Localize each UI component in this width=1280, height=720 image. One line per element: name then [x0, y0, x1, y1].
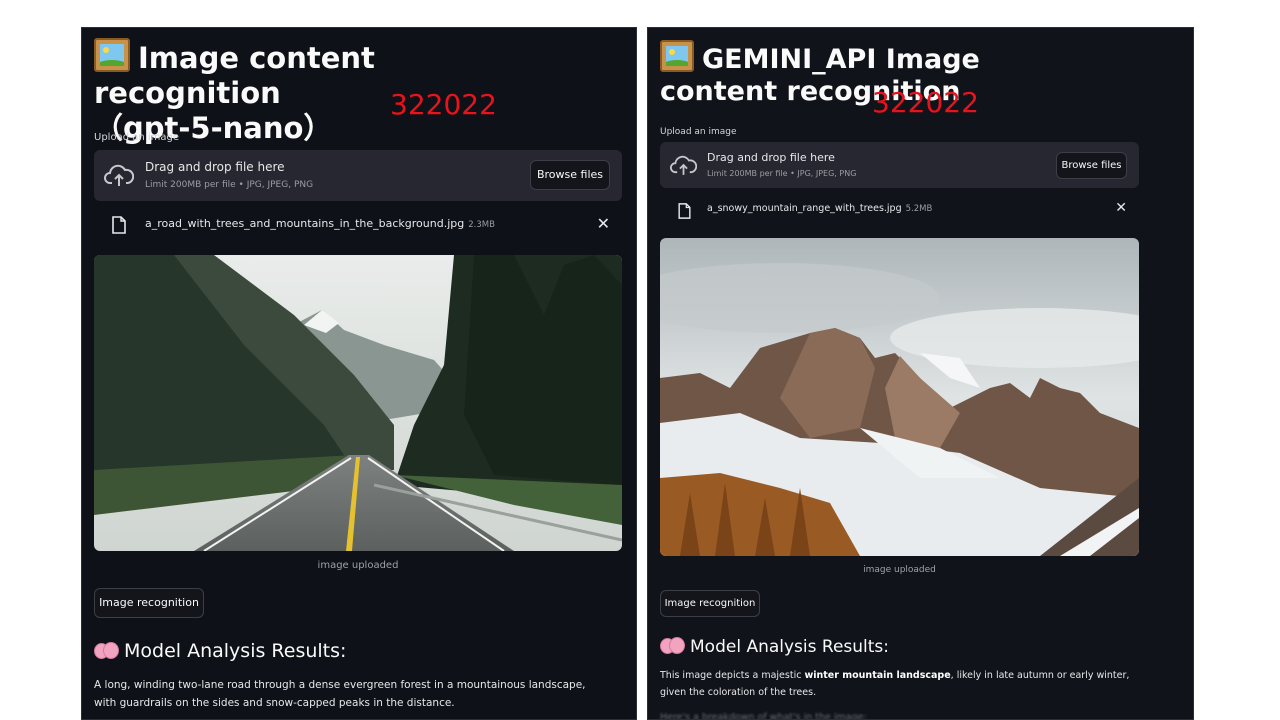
file-size: 5.2MB	[905, 204, 933, 214]
file-icon	[112, 216, 126, 234]
file-name: a_road_with_trees_and_mountains_in_the_b…	[145, 217, 465, 230]
uploaded-mountain-image	[660, 238, 1139, 556]
right-app-panel: GEMINI_API Image content recognition 322…	[647, 27, 1194, 720]
brain-icon	[660, 636, 685, 654]
image-recognition-button[interactable]: Image recognition	[94, 588, 204, 618]
file-icon	[678, 203, 691, 219]
overlay-number: 322022	[872, 86, 979, 119]
brain-icon	[94, 641, 119, 659]
uploaded-file-row: a_road_with_trees_and_mountains_in_the_b…	[94, 211, 622, 239]
image-caption: image uploaded	[317, 560, 399, 571]
cloud-upload-icon	[104, 164, 134, 186]
results-heading-text: Model Analysis Results:	[690, 637, 890, 657]
overlay-number: 322022	[390, 88, 497, 121]
close-icon[interactable]: ✕	[1115, 200, 1127, 216]
upload-label: Upload an image	[94, 132, 180, 143]
browse-files-button[interactable]: Browse files	[530, 160, 610, 190]
image-recognition-button[interactable]: Image recognition	[660, 590, 760, 617]
results-heading: Model Analysis Results:	[660, 636, 889, 657]
framed-picture-icon	[660, 40, 694, 72]
dropzone-title: Drag and drop file here	[707, 151, 835, 164]
results-heading-text: Model Analysis Results:	[124, 640, 347, 662]
upload-label: Upload an image	[660, 127, 737, 137]
results-heading: Model Analysis Results:	[94, 640, 346, 662]
file-size: 2.3MB	[468, 220, 495, 230]
browse-files-button[interactable]: Browse files	[1056, 152, 1127, 179]
uploaded-file-row: a_snowy_mountain_range_with_trees.jpg 5.2…	[660, 198, 1139, 224]
page-title-text: Image content recognition	[94, 41, 375, 110]
cloud-upload-icon	[670, 155, 697, 175]
file-name: a_snowy_mountain_range_with_trees.jpg	[707, 203, 902, 214]
file-dropzone[interactable]: Drag and drop file here Limit 200MB per …	[94, 150, 622, 201]
file-dropzone[interactable]: Drag and drop file here Limit 200MB per …	[660, 142, 1139, 188]
analysis-result-text: A long, winding two-lane road through a …	[94, 679, 586, 710]
uploaded-road-image	[94, 255, 622, 551]
dropzone-limit: Limit 200MB per file • JPG, JPEG, PNG	[707, 169, 857, 178]
close-icon[interactable]: ✕	[597, 214, 610, 233]
dropzone-limit: Limit 200MB per file • JPG, JPEG, PNG	[145, 180, 314, 190]
framed-picture-icon	[94, 38, 130, 72]
result-text-bold: winter mountain landscape	[804, 670, 951, 681]
page-title: GEMINI_API Image content recognition	[660, 40, 1080, 109]
result-text-part: This image depicts a majestic	[660, 670, 805, 681]
image-caption: image uploaded	[863, 565, 936, 575]
analysis-result-text: This image depicts a majestic winter mou…	[660, 668, 1145, 701]
left-app-panel: Image content recognition （gpt-5-nano） 3…	[81, 27, 637, 720]
result-faded-text: Here's a breakdown of what's in the imag…	[660, 712, 867, 720]
dropzone-title: Drag and drop file here	[145, 160, 285, 174]
